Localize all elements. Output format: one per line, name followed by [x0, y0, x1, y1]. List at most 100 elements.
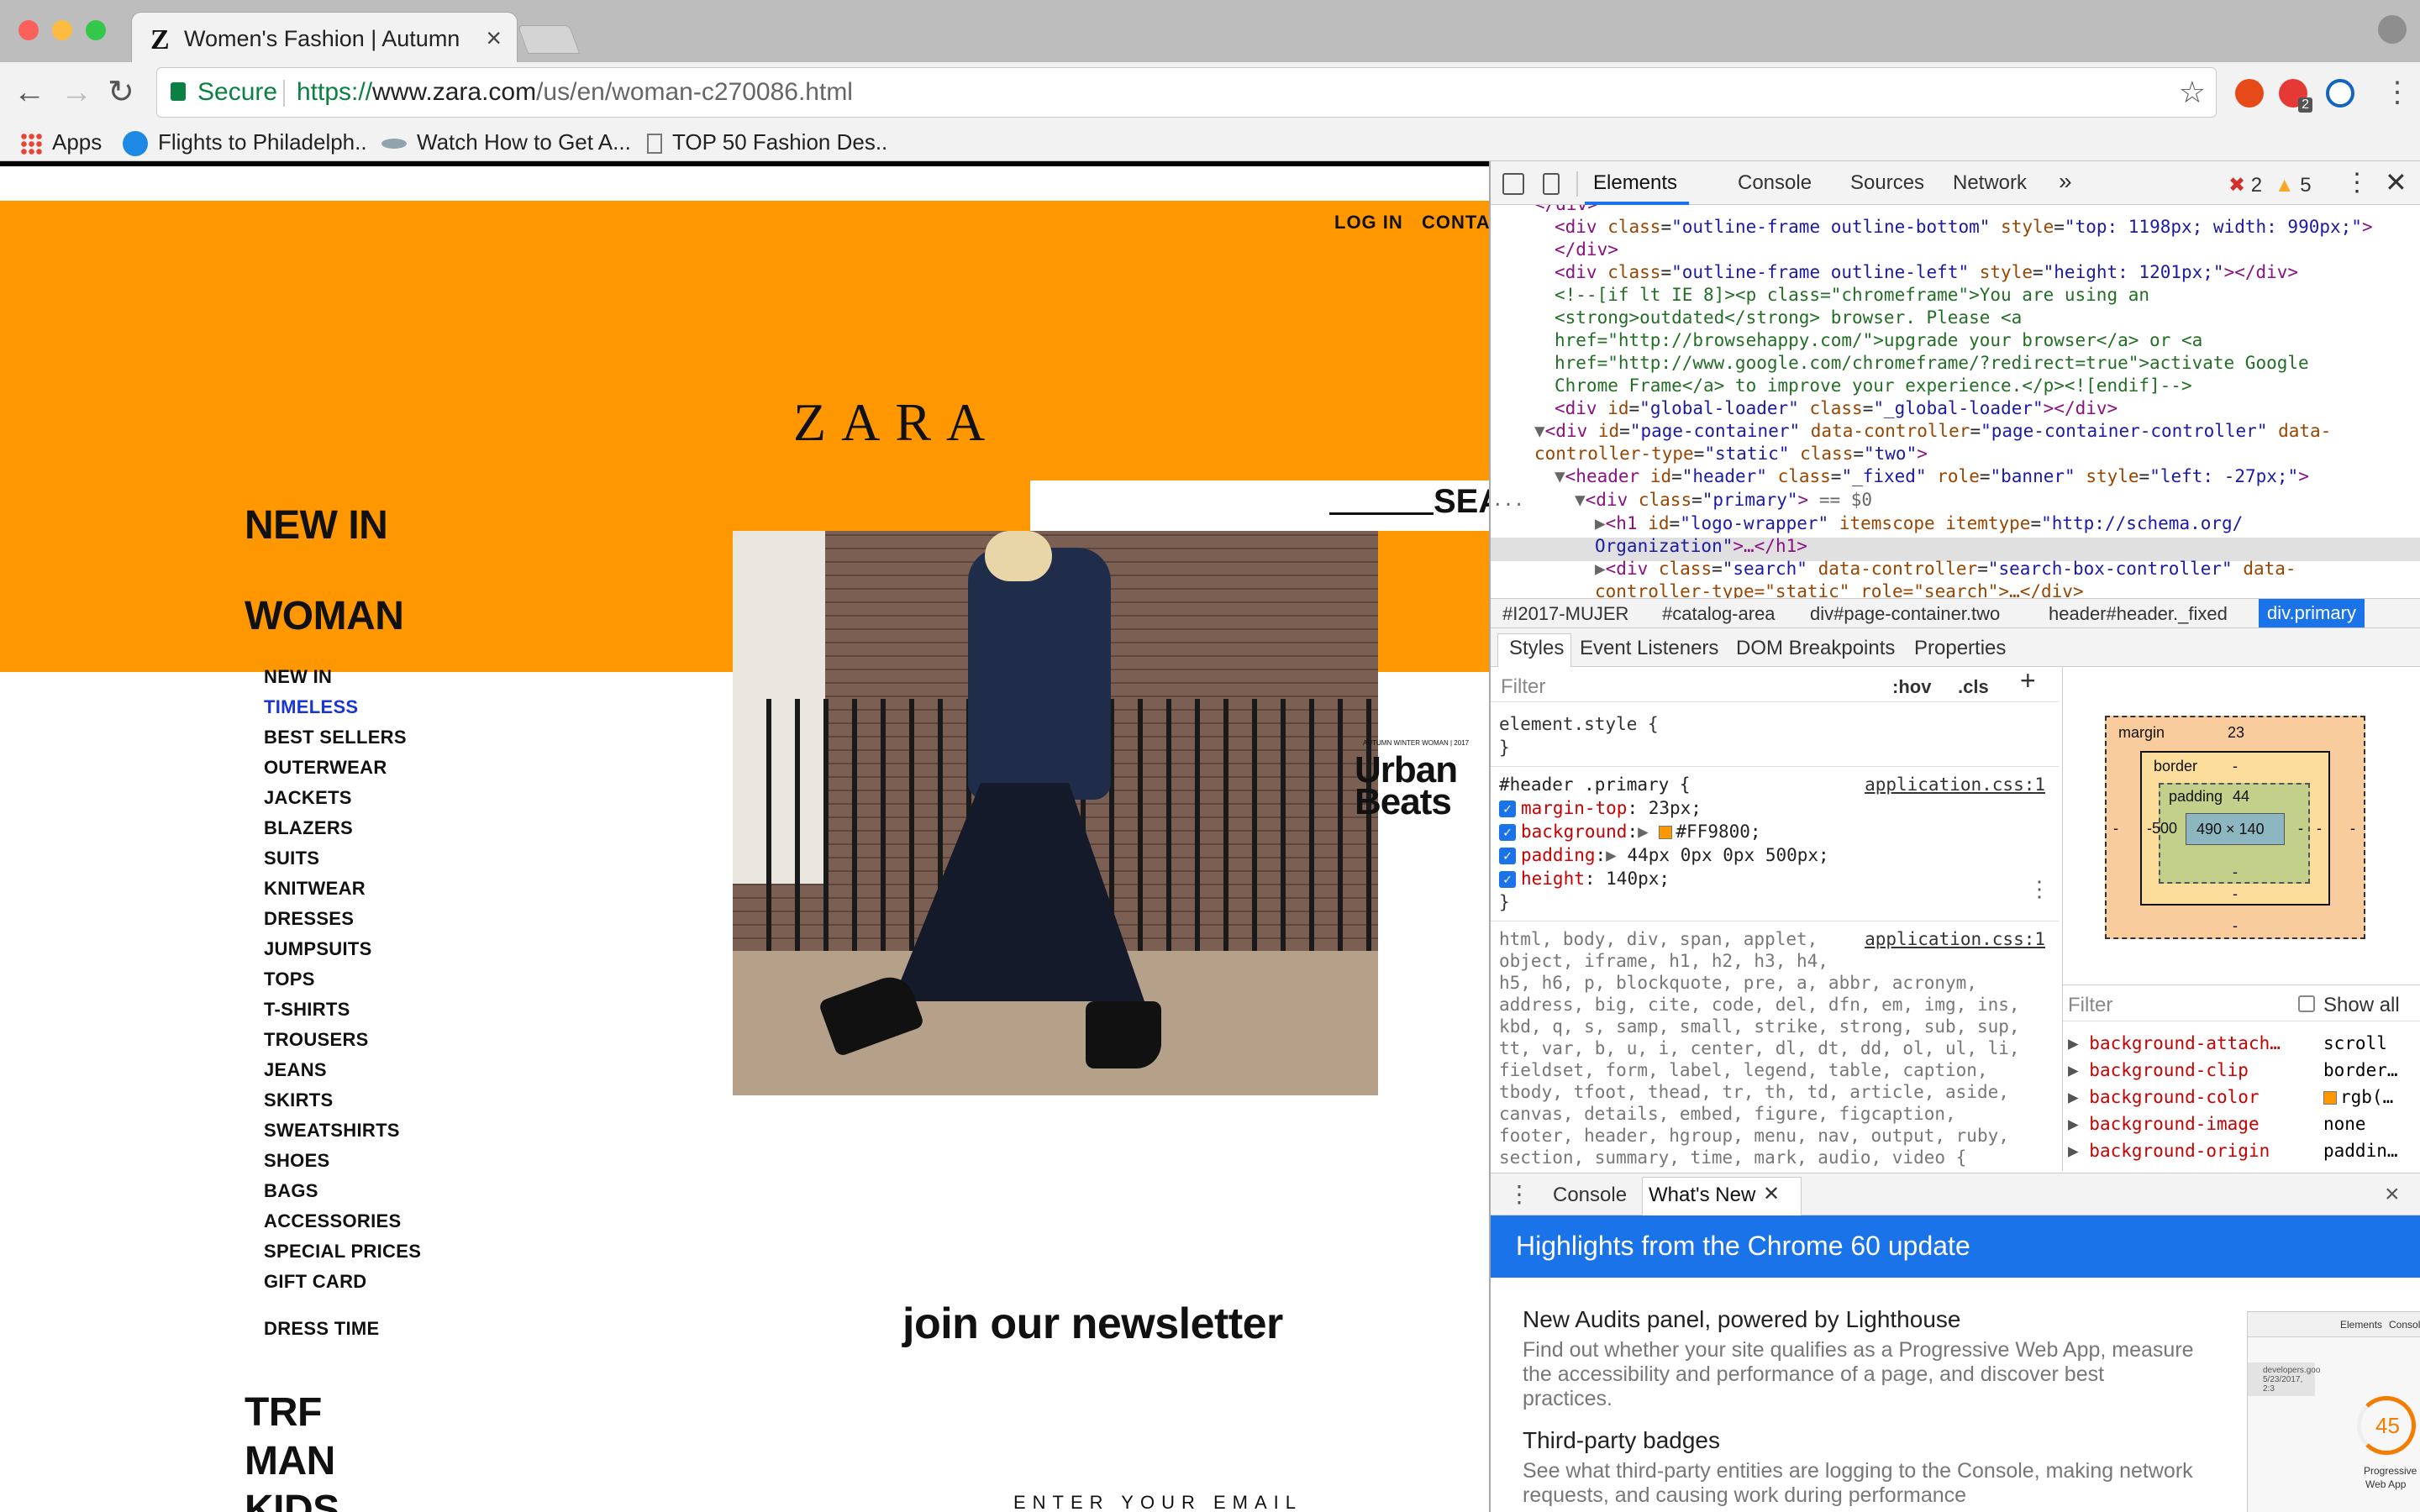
computed-row[interactable]: ▶ background-color	[2068, 1087, 2260, 1107]
drawer-tab-console[interactable]: Console	[1553, 1184, 1627, 1207]
submenu-item-shoes[interactable]: SHOES	[264, 1150, 330, 1172]
breadcrumb-item[interactable]: #I2017-MUJER	[1502, 603, 1628, 625]
minimize-window-button[interactable]	[52, 20, 72, 40]
tab-network[interactable]: Network	[1953, 171, 2027, 195]
email-input[interactable]: ENTER YOUR EMAIL	[1013, 1492, 1302, 1512]
more-tabs-icon[interactable]: »	[2059, 168, 2072, 195]
show-all-checkbox[interactable]	[2298, 995, 2315, 1012]
breadcrumb-item[interactable]: div#page-container.two	[1810, 603, 2000, 625]
box-model-margin[interactable]: margin 23 - - - border - - - - padding 4…	[2105, 716, 2365, 939]
bookmark-apps[interactable]: Apps	[20, 129, 102, 155]
zara-logo[interactable]: ZARA	[793, 391, 1000, 454]
submenu-item-outerwear[interactable]: OUTERWEAR	[264, 757, 387, 779]
rule-source-link[interactable]: application.css:1	[1865, 927, 2045, 951]
computed-row[interactable]: ▶ background-clip	[2068, 1060, 2249, 1080]
computed-row[interactable]: ▶ background-attach…	[2068, 1033, 2281, 1053]
menu-trf[interactable]: TRF	[245, 1389, 322, 1436]
browser-tab-active[interactable]: Z Women's Fashion | Autumn Wi ×	[131, 12, 518, 64]
drawer-tab-close-icon[interactable]: ✕	[1763, 1182, 1780, 1206]
computed-row[interactable]: ▶ background-origin	[2068, 1141, 2270, 1161]
menu-kids[interactable]: KIDS	[245, 1487, 339, 1512]
lighthouse-thumbnail[interactable]: Elements Consol developers.goo 5/23/2017…	[2247, 1311, 2420, 1512]
hero-campaign-image[interactable]	[733, 531, 1378, 1095]
profile-icon[interactable]	[2378, 15, 2407, 44]
submenu-item-timeless[interactable]: TIMELESS	[264, 696, 358, 718]
back-arrow-icon[interactable]: ←	[13, 76, 45, 109]
css-declaration[interactable]: ✓ padding:▶ 44px 0px 0px 500px;	[1499, 843, 1829, 867]
devtools-menu-icon[interactable]: ⋮	[2344, 168, 2370, 197]
tab-elements[interactable]: Elements	[1593, 171, 1677, 195]
breadcrumb-item-active[interactable]: div.primary	[2259, 599, 2365, 627]
box-model-content[interactable]: 490 × 140	[2186, 813, 2285, 845]
rule-menu-icon[interactable]: ⋮	[2028, 877, 2050, 900]
zoom-window-button[interactable]	[86, 20, 106, 40]
css-declaration[interactable]: ✓ background:▶ #FF9800;	[1499, 820, 1761, 843]
reload-icon[interactable]: ↻	[108, 76, 134, 109]
rule-selector[interactable]: #header .primary {	[1499, 773, 1691, 796]
box-model-border[interactable]: border - - - - padding 44 500 - - 490 × …	[2140, 751, 2330, 906]
submenu-item-jumpsuits[interactable]: JUMPSUITS	[264, 938, 372, 960]
dom-tree[interactable]: </div> <div class="outline-frame outline…	[1491, 205, 2420, 640]
submenu-item-blazers[interactable]: BLAZERS	[264, 817, 353, 839]
hov-toggle[interactable]: :hov	[1892, 675, 1931, 699]
submenu-item-dress-time[interactable]: DRESS TIME	[264, 1318, 379, 1340]
tab-console[interactable]: Console	[1738, 171, 1812, 195]
bookmark-watch[interactable]: Watch How to Get A...	[381, 129, 631, 155]
menu-woman[interactable]: WOMAN	[245, 593, 404, 639]
submenu-item-special-prices[interactable]: SPECIAL PRICES	[264, 1241, 421, 1263]
menu-man[interactable]: MAN	[245, 1438, 335, 1484]
new-tab-button[interactable]	[517, 25, 581, 54]
subtab-event-listeners[interactable]: Event Listeners	[1580, 637, 1718, 660]
submenu-item-accessories[interactable]: ACCESSORIES	[264, 1210, 401, 1232]
computed-row[interactable]: ▶ background-image	[2068, 1114, 2260, 1134]
tab-close-icon[interactable]: ×	[486, 23, 502, 54]
bookmark-star-icon[interactable]: ☆	[2179, 75, 2206, 110]
submenu-item-jeans[interactable]: JEANS	[264, 1059, 327, 1081]
submenu-item-gift-card[interactable]: GIFT CARD	[264, 1271, 366, 1293]
breadcrumb-item[interactable]: #catalog-area	[1662, 603, 1776, 625]
submenu-item-jackets[interactable]: JACKETS	[264, 787, 352, 809]
element-style-selector[interactable]: element.style {	[1499, 712, 1659, 736]
close-window-button[interactable]	[18, 20, 39, 40]
whats-new-item-title[interactable]: Third-party badges	[1523, 1427, 1720, 1454]
checkbox-icon[interactable]: ✓	[1499, 801, 1516, 817]
cls-toggle[interactable]: .cls	[1958, 675, 1989, 699]
computed-filter-input[interactable]: Filter	[2068, 994, 2112, 1017]
menu-new-in[interactable]: NEW IN	[245, 502, 388, 549]
login-link[interactable]: LOG IN	[1334, 212, 1403, 234]
subtab-styles[interactable]: Styles	[1509, 637, 1564, 660]
checkbox-icon[interactable]: ✓	[1499, 848, 1516, 864]
bookmark-top50[interactable]: TOP 50 Fashion Des..	[647, 129, 887, 155]
submenu-item-knitwear[interactable]: KNITWEAR	[264, 878, 366, 900]
rule-source-link[interactable]: application.css:1	[1865, 773, 2045, 796]
contact-link[interactable]: CONTAC	[1422, 212, 1489, 234]
tab-sources[interactable]: Sources	[1850, 171, 1924, 195]
box-model-padding[interactable]: padding 44 500 - - 490 × 140	[2152, 783, 2310, 884]
issue-counts[interactable]: ✖ 2 ▲ 5	[2228, 173, 2312, 197]
breadcrumb-item[interactable]: header#header._fixed	[2049, 603, 2228, 625]
styles-filter-input[interactable]: Filter	[1501, 675, 1545, 699]
subtab-properties[interactable]: Properties	[1914, 637, 2006, 660]
address-bar[interactable]: Secure https://www.zara.com/us/en/woman-…	[156, 67, 2217, 118]
subtab-dom-breakpoints[interactable]: DOM Breakpoints	[1736, 637, 1895, 660]
bookmark-flights[interactable]: Flights to Philadelph..	[123, 129, 367, 157]
whats-new-item-title[interactable]: New Audits panel, powered by Lighthouse	[1523, 1306, 1960, 1333]
css-declaration[interactable]: ✓ height: 140px;	[1499, 867, 1670, 890]
submenu-item-dresses[interactable]: DRESSES	[264, 908, 354, 930]
submenu-item-best-sellers[interactable]: BEST SELLERS	[264, 727, 407, 748]
hero-title[interactable]: Urban Beats	[1355, 752, 1458, 821]
devtools-close-icon[interactable]: ✕	[2385, 166, 2407, 198]
checkbox-icon[interactable]: ✓	[1499, 824, 1516, 841]
submenu-item-tops[interactable]: TOPS	[264, 969, 315, 990]
submenu-item-bags[interactable]: BAGS	[264, 1180, 318, 1202]
block-extension-icon[interactable]	[2326, 79, 2354, 108]
color-swatch-icon[interactable]	[1659, 826, 1673, 839]
add-rule-icon[interactable]: +	[2020, 667, 2036, 694]
fire-extension-icon[interactable]	[2235, 79, 2264, 108]
drawer-tab-whats-new[interactable]: What's New	[1649, 1184, 1755, 1207]
inspect-element-icon[interactable]	[1502, 173, 1524, 195]
device-toolbar-icon[interactable]	[1543, 173, 1560, 195]
adblock-extension-icon[interactable]: 2	[2279, 79, 2312, 113]
forward-arrow-icon[interactable]: →	[60, 76, 92, 109]
css-declaration[interactable]: ✓ margin-top: 23px;	[1499, 796, 1702, 820]
